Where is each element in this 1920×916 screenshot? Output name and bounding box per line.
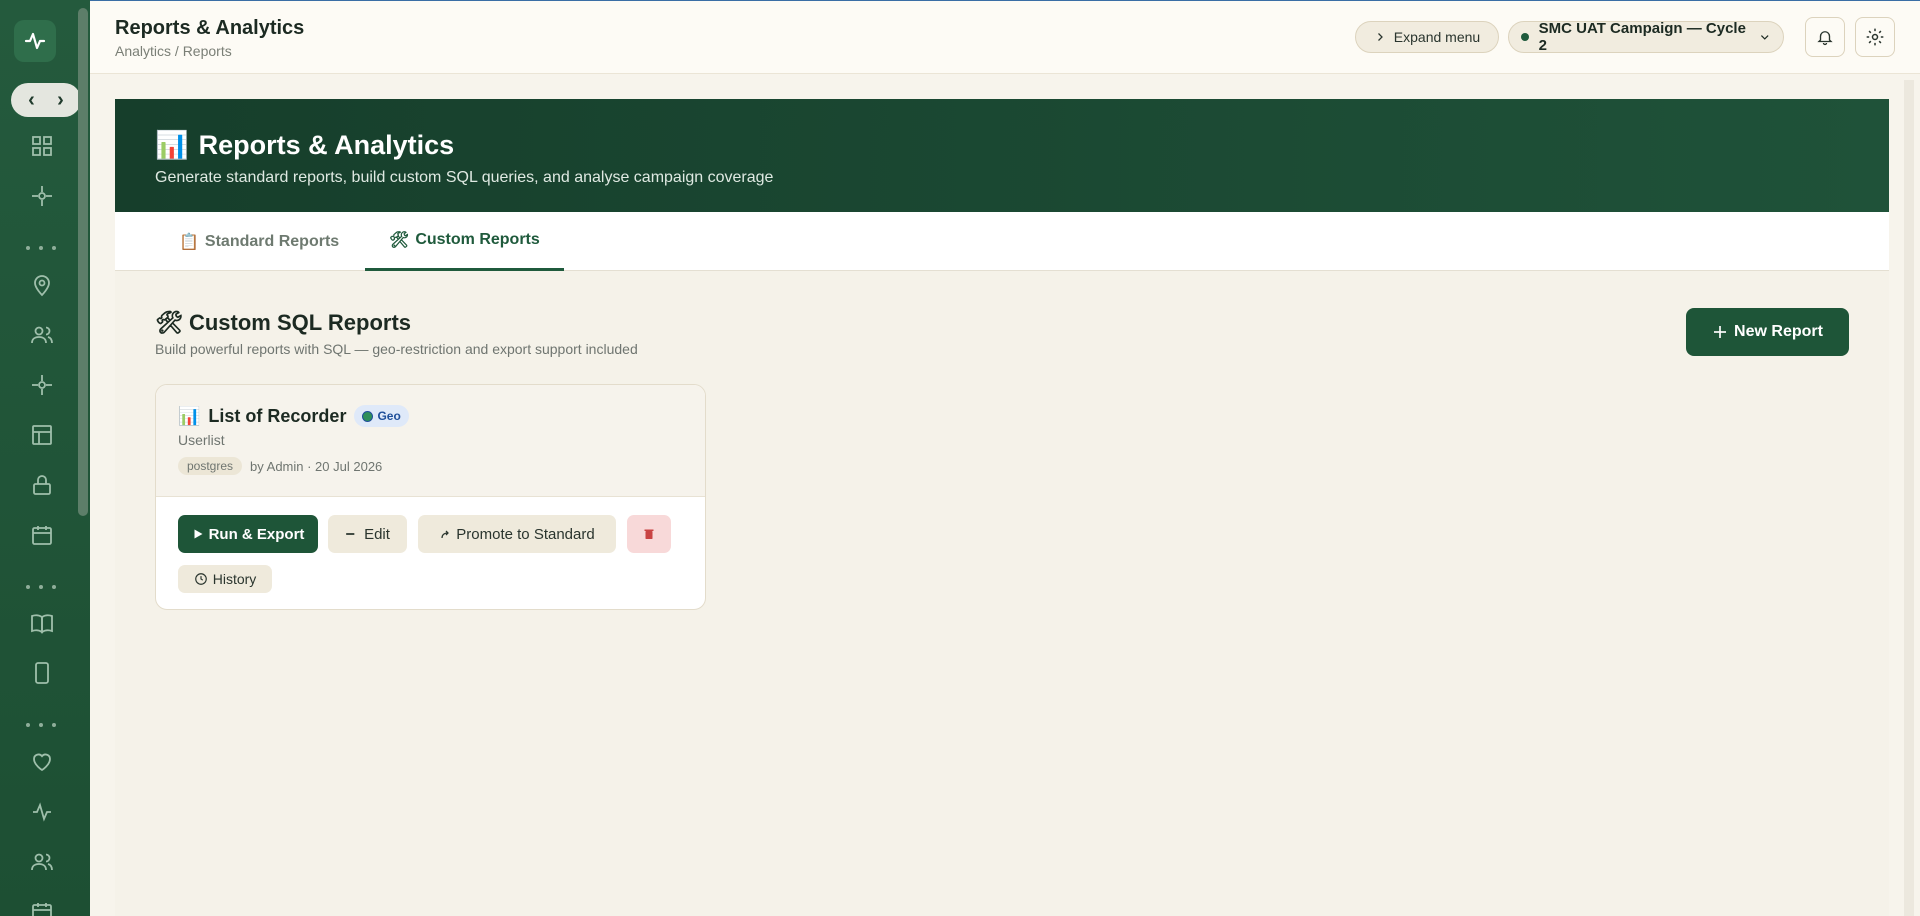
sidebar-item-activity[interactable] xyxy=(22,792,62,832)
sidebar-item-devices[interactable] xyxy=(22,653,62,693)
report-title: 📊 List of Recorder Geo xyxy=(178,405,409,427)
section-title: 🛠 Custom SQL Reports xyxy=(155,310,411,336)
edit-label: Edit xyxy=(364,525,390,543)
clock-icon xyxy=(194,573,207,585)
pencil-icon xyxy=(346,533,355,535)
clipboard-icon: 📋 xyxy=(179,233,199,251)
edit-button[interactable]: Edit xyxy=(328,515,407,553)
sidebar-item-security[interactable] xyxy=(22,465,62,505)
hero-banner: 📊 Reports & Analytics Generate standard … xyxy=(115,99,1889,212)
settings-button[interactable] xyxy=(1855,17,1895,57)
globe-icon xyxy=(362,410,374,422)
chevron-down-icon xyxy=(1761,35,1770,40)
chevron-right-icon[interactable]: › xyxy=(57,89,64,112)
users-icon xyxy=(31,326,53,344)
hero-subtitle: Generate standard reports, build custom … xyxy=(155,169,774,186)
sidebar-separator xyxy=(26,584,56,590)
history-label: History xyxy=(212,571,257,587)
campaign-selector[interactable]: SMC UAT Campaign — Cycle 2 xyxy=(1508,20,1784,54)
sidebar-separator xyxy=(26,722,56,728)
app-logo[interactable] xyxy=(14,20,56,62)
section-subtitle: Build powerful reports with SQL — geo-re… xyxy=(155,341,638,357)
book-icon xyxy=(31,614,53,634)
delete-button[interactable] xyxy=(627,515,671,553)
report-title-text: List of Recorder xyxy=(208,405,347,426)
tab-label: Custom Reports xyxy=(415,231,540,248)
report-description: Userlist xyxy=(178,432,225,448)
promote-to-standard-button[interactable]: Promote to Standard xyxy=(418,515,616,553)
sidebar-collapse-toggle[interactable]: ‹ › xyxy=(11,83,81,117)
lock-icon xyxy=(33,475,51,495)
sidebar-item-dashboard[interactable] xyxy=(22,126,62,166)
promote-label: Promote to Standard xyxy=(456,525,595,543)
top-bar: Reports & Analytics Analytics / Reports … xyxy=(90,1,1920,74)
expand-menu-label: Expand menu xyxy=(1393,29,1481,45)
sidebar: ‹ › xyxy=(0,0,90,916)
trash-icon xyxy=(644,529,654,539)
layout-icon xyxy=(32,425,52,445)
crosshair-icon xyxy=(32,186,52,206)
dashboard-grid-icon xyxy=(32,136,52,156)
tools-icon: 🛠 xyxy=(389,232,410,249)
sidebar-item-health[interactable] xyxy=(22,742,62,782)
sidebar-item-calendar[interactable] xyxy=(22,515,62,555)
calendar-icon xyxy=(32,526,52,545)
tab-custom-reports[interactable]: 🛠 Custom Reports xyxy=(365,212,564,271)
sidebar-item-layout[interactable] xyxy=(22,415,62,455)
breadcrumb: Analytics / Reports xyxy=(115,43,232,59)
play-icon xyxy=(194,529,203,539)
chart-emoji-icon: 📊 xyxy=(155,130,189,160)
sidebar-item-targets-2[interactable] xyxy=(22,365,62,405)
history-button[interactable]: History xyxy=(178,565,272,593)
new-report-button[interactable]: New Report xyxy=(1686,308,1849,356)
sidebar-item-targets[interactable] xyxy=(22,176,62,216)
expand-menu-button[interactable]: Expand menu xyxy=(1355,21,1499,53)
activity-logo-icon xyxy=(24,32,46,50)
report-tabs: 📋 Standard Reports 🛠 Custom Reports xyxy=(115,212,1889,271)
sidebar-item-users[interactable] xyxy=(22,315,62,355)
campaign-status-dot xyxy=(1521,33,1529,41)
calendar-icon xyxy=(32,903,52,916)
sidebar-separator xyxy=(26,245,56,251)
hero-title-text: Reports & Analytics xyxy=(198,129,455,160)
geo-badge-label: Geo xyxy=(377,409,401,423)
geo-badge: Geo xyxy=(354,405,409,427)
new-report-label: New Report xyxy=(1734,323,1823,340)
database-tag: postgres xyxy=(178,457,243,475)
sidebar-scrollbar[interactable] xyxy=(78,8,88,516)
tab-label: Standard Reports xyxy=(204,232,340,250)
activity-icon xyxy=(33,802,51,822)
mobile-icon xyxy=(35,662,49,684)
main-scrollbar[interactable] xyxy=(1904,80,1914,916)
run-export-button[interactable]: Run & Export xyxy=(178,515,318,553)
tab-standard-reports[interactable]: 📋 Standard Reports xyxy=(155,212,363,271)
report-card: 📊 List of Recorder Geo Userlist postgres… xyxy=(155,384,706,610)
main-content: 📊 Reports & Analytics Generate standard … xyxy=(115,99,1889,916)
heart-icon xyxy=(33,753,51,772)
chart-emoji-icon: 📊 xyxy=(178,405,201,426)
report-meta: postgres by Admin · 20 Jul 2026 xyxy=(178,457,382,475)
report-author-date: by Admin · 20 Jul 2026 xyxy=(250,458,383,474)
notifications-button[interactable] xyxy=(1805,17,1845,57)
campaign-label: SMC UAT Campaign — Cycle 2 xyxy=(1538,20,1746,54)
chevron-left-icon[interactable]: ‹ xyxy=(28,89,35,112)
promote-arrow-icon xyxy=(441,530,450,539)
hero-title: 📊 Reports & Analytics xyxy=(155,129,454,161)
gear-icon xyxy=(1866,28,1884,46)
report-card-header: 📊 List of Recorder Geo Userlist postgres… xyxy=(156,385,705,497)
plus-icon xyxy=(1714,326,1727,338)
bell-icon xyxy=(1817,31,1833,46)
location-pin-icon xyxy=(34,275,50,297)
run-export-label: Run & Export xyxy=(208,525,305,543)
tools-icon: 🛠 xyxy=(155,310,183,335)
page-title: Reports & Analytics xyxy=(115,17,305,39)
crosshair-icon xyxy=(32,375,52,395)
users-icon xyxy=(31,853,53,871)
sidebar-item-schedule[interactable] xyxy=(22,892,62,916)
chevron-right-icon xyxy=(1377,33,1383,41)
section-title-text: Custom SQL Reports xyxy=(188,310,411,335)
sidebar-item-locations[interactable] xyxy=(22,265,62,305)
sidebar-item-docs[interactable] xyxy=(22,603,62,643)
sidebar-item-team[interactable] xyxy=(22,842,62,882)
